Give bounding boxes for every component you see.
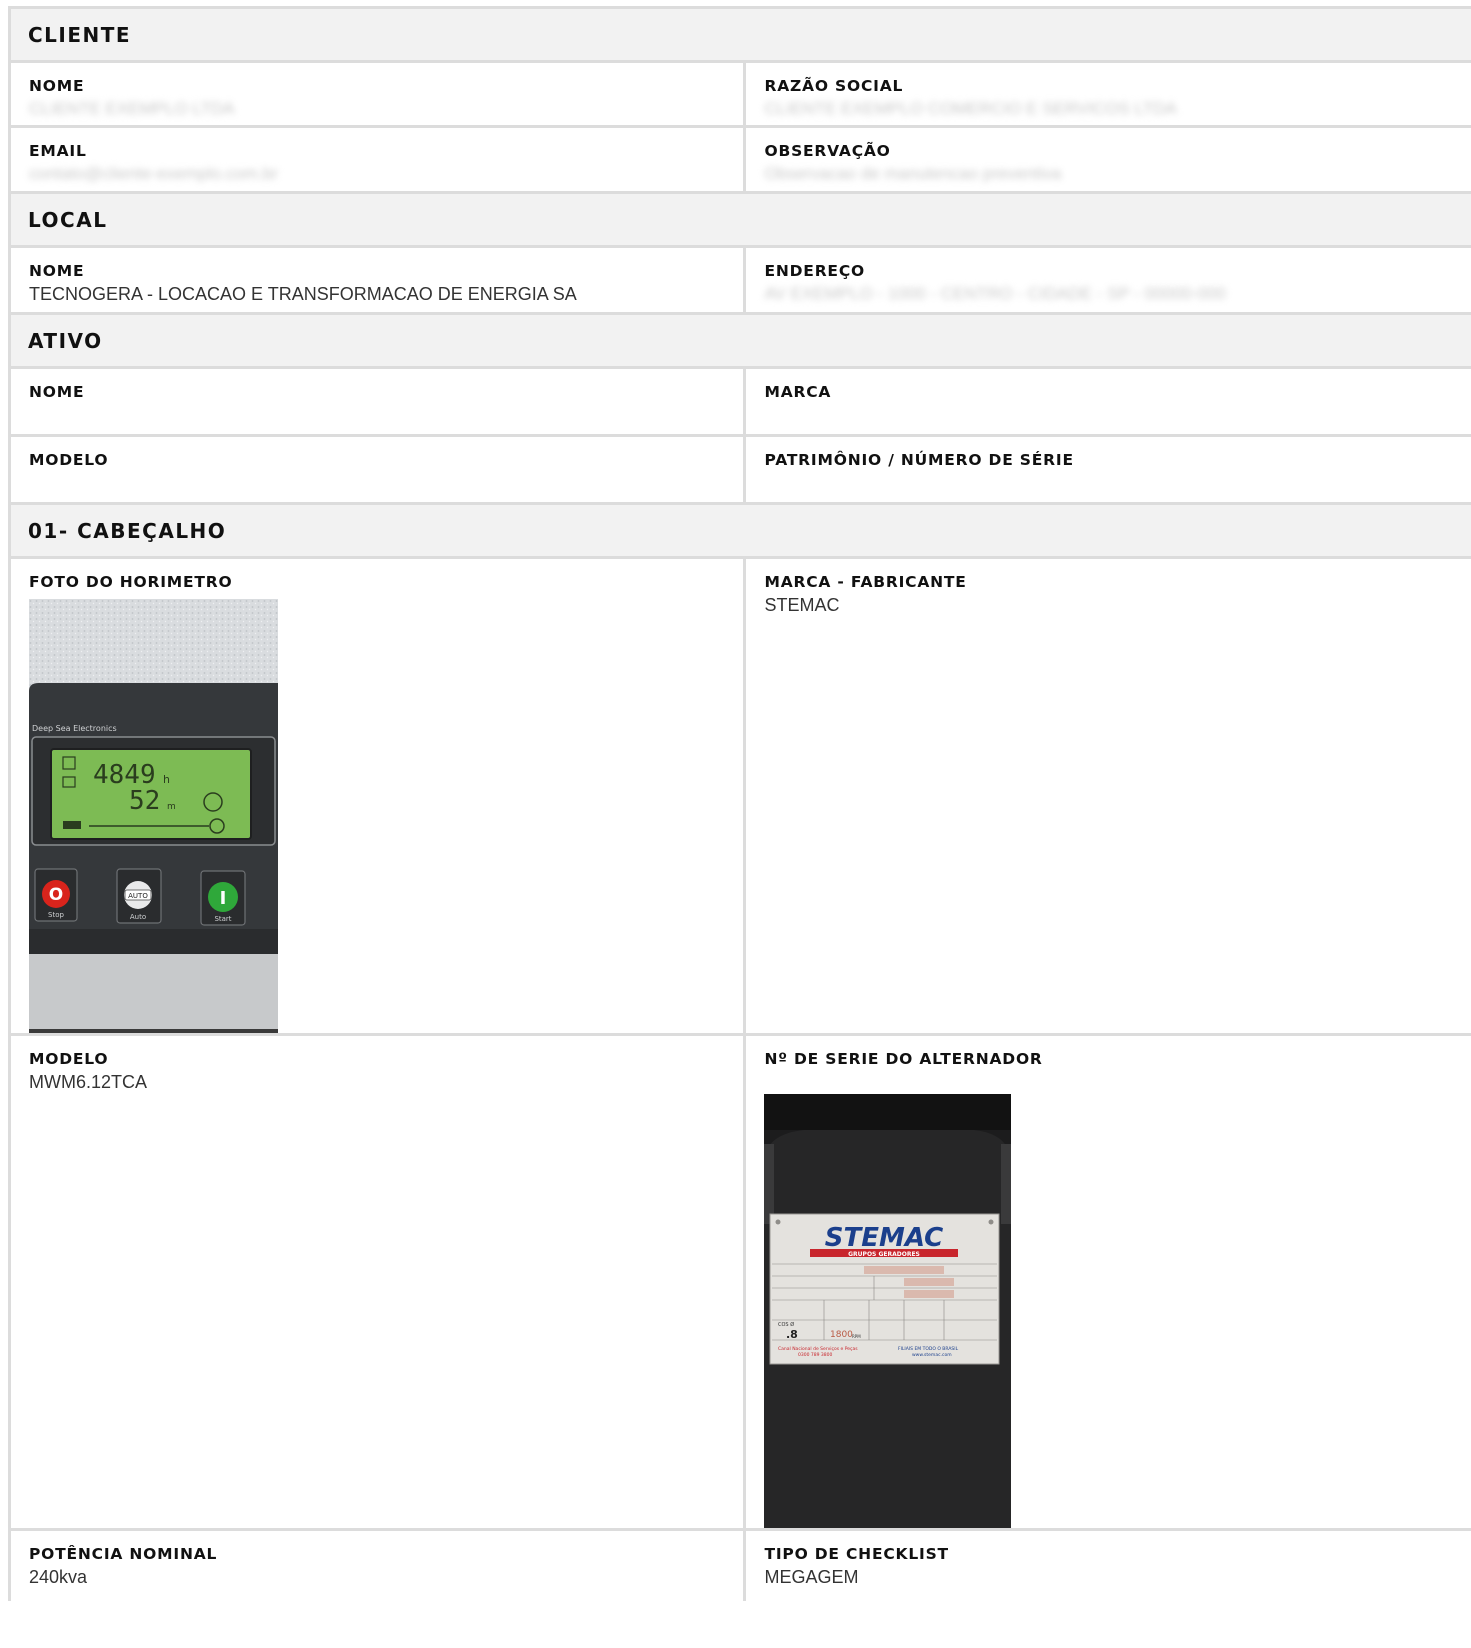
auto-label: Auto bbox=[130, 913, 146, 921]
field-label: OBSERVAÇÃO bbox=[764, 142, 891, 160]
lcd-hours-unit: h bbox=[163, 773, 170, 786]
field-label: EMAIL bbox=[29, 142, 87, 160]
section-ativo: ATIVO NOME MARCA MODELO PATRIMÔNIO / NÚM… bbox=[8, 315, 1471, 505]
table-row: NOME TECNOGERA - LOCACAO E TRANSFORMACAO… bbox=[11, 248, 1471, 315]
table-row: NOME MARCA bbox=[11, 369, 1471, 437]
field-label: NOME bbox=[29, 383, 85, 401]
field-label: MARCA - FABRICANTE bbox=[764, 573, 967, 591]
section-title-local: LOCAL bbox=[11, 194, 1471, 248]
auto-badge: AUTO bbox=[128, 892, 148, 900]
field-label: NOME bbox=[29, 77, 85, 95]
field-ativo-modelo: MODELO bbox=[11, 437, 747, 502]
field-local-endereco: ENDEREÇO AV EXEMPLO - 1000 - CENTRO - CI… bbox=[746, 248, 1471, 312]
field-value-redacted: CLIENTE EXEMPLO COMERCIO E SERVICOS LTDA bbox=[764, 99, 1177, 118]
field-value: MWM6.12TCA bbox=[29, 1072, 148, 1092]
plate-footer-left2: 0300 789 3800 bbox=[798, 1352, 832, 1358]
field-label: POTÊNCIA NOMINAL bbox=[29, 1545, 218, 1563]
field-value: MEGAGEM bbox=[764, 1567, 859, 1587]
field-label: FOTO DO HORIMETRO bbox=[29, 573, 233, 591]
plate-footer-right2: www.stemac.com bbox=[912, 1352, 952, 1358]
start-symbol: I bbox=[220, 888, 227, 909]
field-value-redacted: CLIENTE EXEMPLO LTDA bbox=[29, 99, 235, 118]
lcd-minutes-unit: m bbox=[167, 802, 176, 812]
field-value: TECNOGERA - LOCACAO E TRANSFORMACAO DE E… bbox=[29, 284, 577, 304]
field-value-redacted: AV EXEMPLO - 1000 - CENTRO - CIDADE - SP… bbox=[764, 284, 1226, 303]
section-cabecalho: 01- CABEÇALHO FOTO DO HORIMETRO Deep Sea… bbox=[8, 505, 1471, 1601]
start-label: Start bbox=[214, 915, 231, 923]
plate-rotacao: 1800 bbox=[830, 1330, 853, 1340]
field-cliente-nome: NOME CLIENTE EXEMPLO LTDA bbox=[11, 63, 747, 125]
field-ativo-patrimonio: PATRIMÔNIO / NÚMERO DE SÉRIE bbox=[746, 437, 1471, 502]
horimetro-photo[interactable]: Deep Sea Electronics 4849 h 52 m O Stop … bbox=[29, 599, 278, 1033]
field-label: PATRIMÔNIO / NÚMERO DE SÉRIE bbox=[764, 451, 1074, 469]
field-value: STEMAC bbox=[764, 595, 840, 615]
field-label: MODELO bbox=[29, 1050, 109, 1068]
plate-footer-right: FILIAIS EM TODO O BRASIL bbox=[898, 1346, 959, 1352]
section-title-cabecalho: 01- CABEÇALHO bbox=[11, 505, 1471, 559]
field-label: MARCA bbox=[764, 383, 832, 401]
field-modelo: MODELO MWM6.12TCA bbox=[11, 1036, 747, 1528]
field-value: 240kva bbox=[29, 1567, 88, 1587]
table-row: FOTO DO HORIMETRO Deep Sea Electronics 4… bbox=[11, 559, 1471, 1036]
field-ativo-nome: NOME bbox=[11, 369, 747, 434]
table-row: MODELO MWM6.12TCA Nº DE SERIE DO ALTERNA… bbox=[11, 1036, 1471, 1531]
horimetro-brand-text: Deep Sea Electronics bbox=[32, 724, 117, 733]
section-local: LOCAL NOME TECNOGERA - LOCACAO E TRANSFO… bbox=[8, 194, 1471, 315]
field-tipo-checklist: TIPO DE CHECKLIST MEGAGEM bbox=[746, 1531, 1471, 1601]
field-potencia-nominal: POTÊNCIA NOMINAL 240kva bbox=[11, 1531, 747, 1601]
field-local-nome: NOME TECNOGERA - LOCACAO E TRANSFORMACAO… bbox=[11, 248, 747, 312]
stemac-subtitle: GRUPOS GERADORES bbox=[849, 1251, 921, 1258]
stemac-logo: STEMAC bbox=[825, 1223, 944, 1253]
field-cliente-observacao: OBSERVAÇÃO Observacao de manutencao prev… bbox=[746, 128, 1471, 191]
field-cliente-email: EMAIL contato@cliente-exemplo.com.br bbox=[11, 128, 747, 191]
field-cliente-razao-social: RAZÃO SOCIAL CLIENTE EXEMPLO COMERCIO E … bbox=[746, 63, 1471, 125]
stop-symbol: O bbox=[49, 885, 63, 905]
plate-cos-value: .8 bbox=[786, 1328, 798, 1341]
checklist-report: CLIENTE NOME CLIENTE EXEMPLO LTDA RAZÃO … bbox=[8, 6, 1471, 1601]
table-row: EMAIL contato@cliente-exemplo.com.br OBS… bbox=[11, 128, 1471, 194]
section-title-ativo: ATIVO bbox=[11, 315, 1471, 369]
field-ativo-marca: MARCA bbox=[746, 369, 1471, 434]
table-row: POTÊNCIA NOMINAL 240kva TIPO DE CHECKLIS… bbox=[11, 1531, 1471, 1601]
field-foto-horimetro: FOTO DO HORIMETRO Deep Sea Electronics 4… bbox=[11, 559, 747, 1033]
plate-rpm: RPM bbox=[852, 1334, 861, 1339]
lcd-minutes: 52 bbox=[129, 786, 160, 816]
field-value-redacted: contato@cliente-exemplo.com.br bbox=[29, 164, 278, 183]
alternador-plate-photo[interactable]: STEMAC GRUPOS GERADORES COS Ø .8 1800 RP… bbox=[764, 1094, 1012, 1528]
field-label: Nº DE SERIE DO ALTERNADOR bbox=[764, 1050, 1043, 1068]
plate-cos-label: COS Ø bbox=[778, 1321, 794, 1328]
table-row: NOME CLIENTE EXEMPLO LTDA RAZÃO SOCIAL C… bbox=[11, 63, 1471, 128]
field-value-redacted: Observacao de manutencao preventiva bbox=[764, 164, 1062, 183]
field-serie-alternador: Nº DE SERIE DO ALTERNADOR STEMAC GRUPOS … bbox=[746, 1036, 1471, 1528]
field-label: NOME bbox=[29, 262, 85, 280]
field-label: RAZÃO SOCIAL bbox=[764, 77, 904, 95]
field-label: ENDEREÇO bbox=[764, 262, 865, 280]
field-label: MODELO bbox=[29, 451, 109, 469]
table-row: MODELO PATRIMÔNIO / NÚMERO DE SÉRIE bbox=[11, 437, 1471, 505]
section-title-cliente: CLIENTE bbox=[11, 9, 1471, 63]
plate-footer-left: Canal Nacional de Serviços e Peças bbox=[778, 1346, 858, 1352]
field-label: TIPO DE CHECKLIST bbox=[764, 1545, 949, 1563]
section-cliente: CLIENTE NOME CLIENTE EXEMPLO LTDA RAZÃO … bbox=[8, 6, 1471, 194]
field-marca-fabricante: MARCA - FABRICANTE STEMAC bbox=[746, 559, 1471, 1033]
stop-label: Stop bbox=[48, 911, 64, 919]
